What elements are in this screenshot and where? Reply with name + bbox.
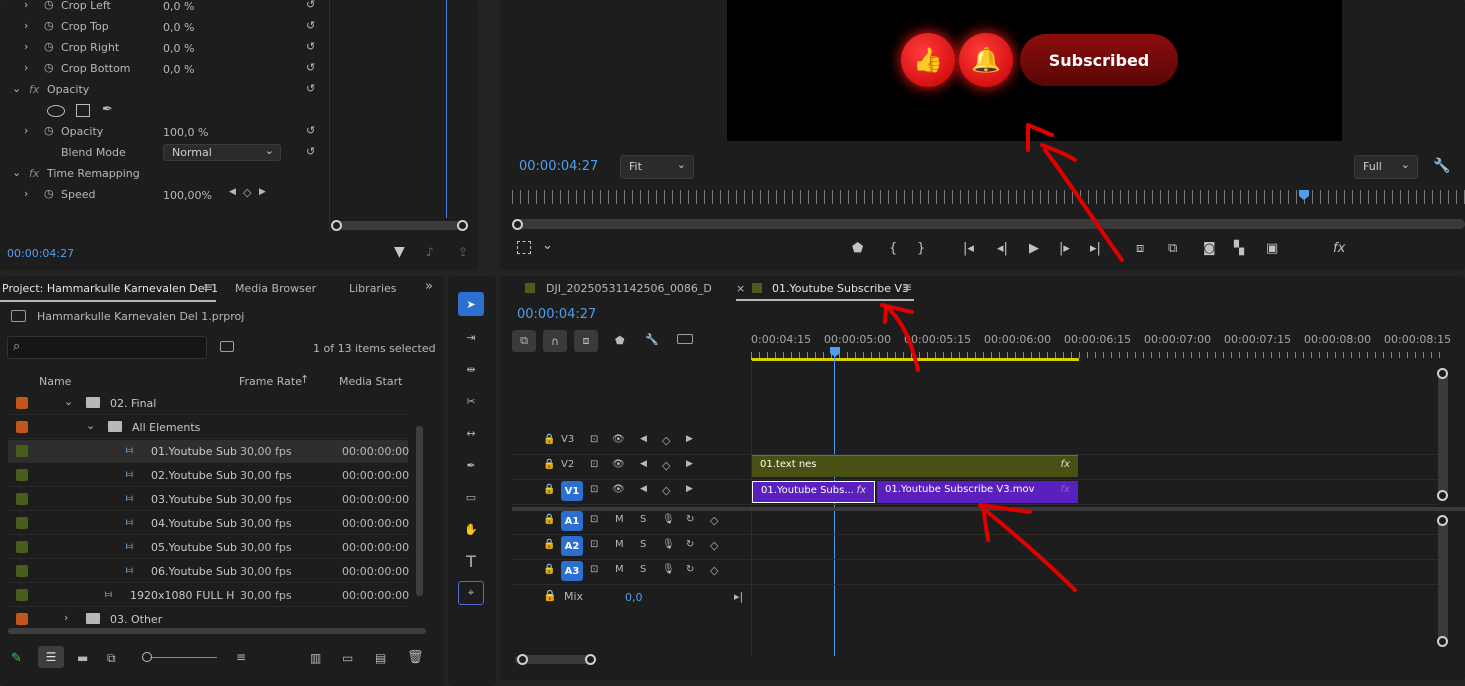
annotation-arrow-monitor — [1026, 123, 1124, 262]
annotation-arrows — [880, 123, 1124, 592]
annotation-arrow-tab — [880, 303, 920, 372]
annotation-arrow-clip — [978, 503, 1077, 592]
